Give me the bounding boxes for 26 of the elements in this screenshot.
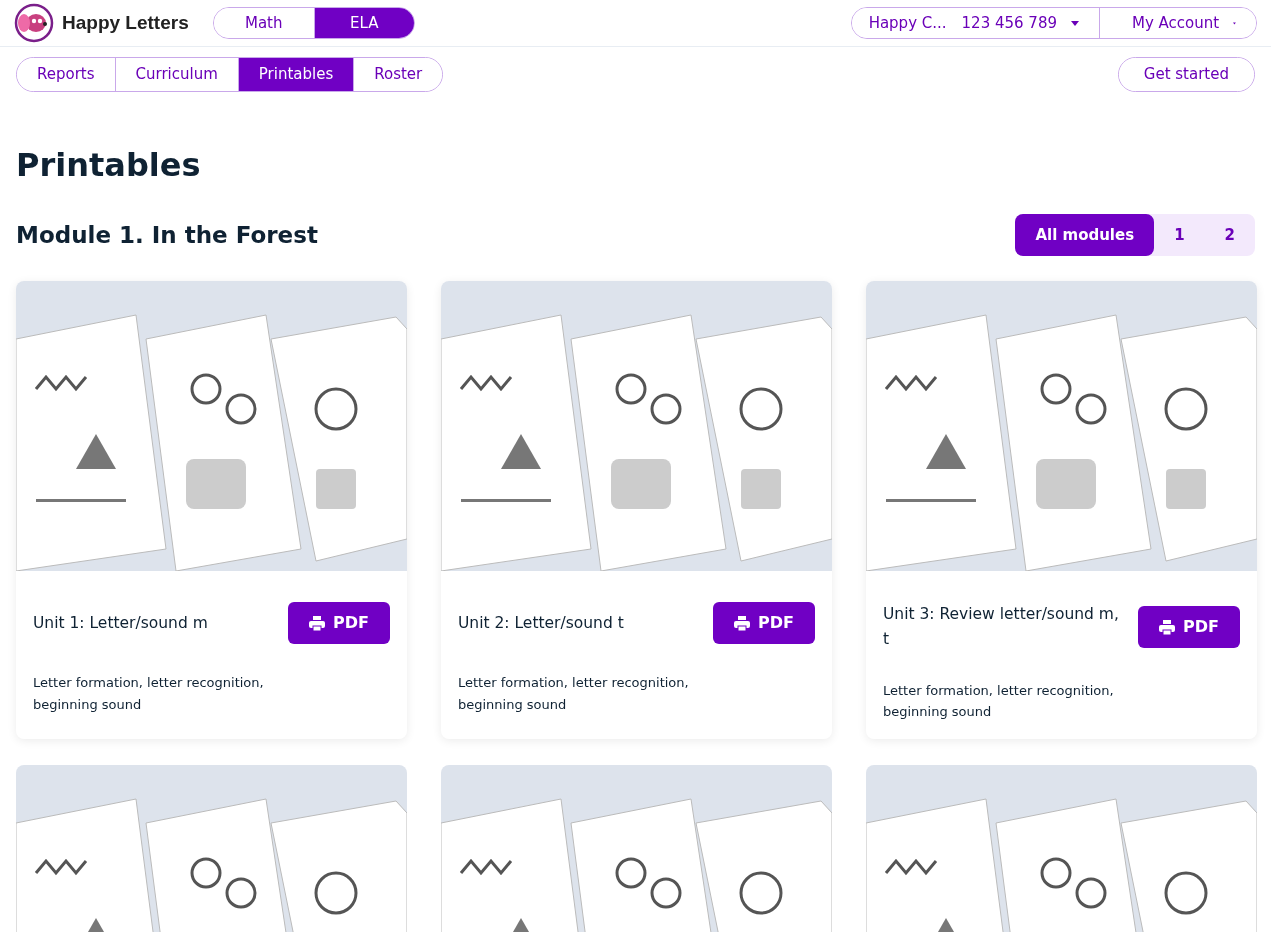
printer-icon: [309, 615, 326, 631]
account-dropdown[interactable]: My Account: [1099, 8, 1256, 38]
nav-tab[interactable]: Printables: [237, 58, 354, 91]
printer-icon: [1159, 619, 1176, 635]
get-started-button[interactable]: Get started: [1118, 58, 1254, 91]
page-title: Printables: [16, 146, 202, 185]
unit-description: Letter formation, letter recognition, beginning sound: [33, 674, 265, 714]
caret-icon: [1233, 20, 1236, 26]
pdf-button[interactable]: PDF: [288, 602, 390, 645]
module-filter[interactable]: All modules: [1015, 214, 1155, 257]
subject-tab[interactable]: ELA: [313, 8, 414, 38]
module-filter[interactable]: 2: [1204, 214, 1255, 257]
unit-description: Letter formation, letter recognition, beginning sound: [883, 682, 1115, 722]
unit-title: Unit 2: Letter/sound t: [458, 613, 624, 634]
module-filter[interactable]: 1: [1154, 214, 1205, 257]
unit-title: Unit 1: Letter/sound m: [33, 613, 208, 634]
pdf-button[interactable]: PDF: [1138, 606, 1240, 649]
caret-icon: [1071, 20, 1079, 26]
mascot-logo-icon: [14, 3, 54, 43]
brand-name: Happy Letters: [62, 10, 189, 35]
nav-tab[interactable]: Roster: [353, 58, 443, 91]
unit-title: Unit 3: Review letter/sound m, t: [883, 604, 1120, 651]
printer-icon: [734, 615, 751, 631]
unit-description: Letter formation, letter recognition, beginning sound: [458, 674, 690, 714]
module-title: Module 1. In the Forest: [16, 221, 318, 250]
pdf-button[interactable]: PDF: [713, 602, 815, 645]
